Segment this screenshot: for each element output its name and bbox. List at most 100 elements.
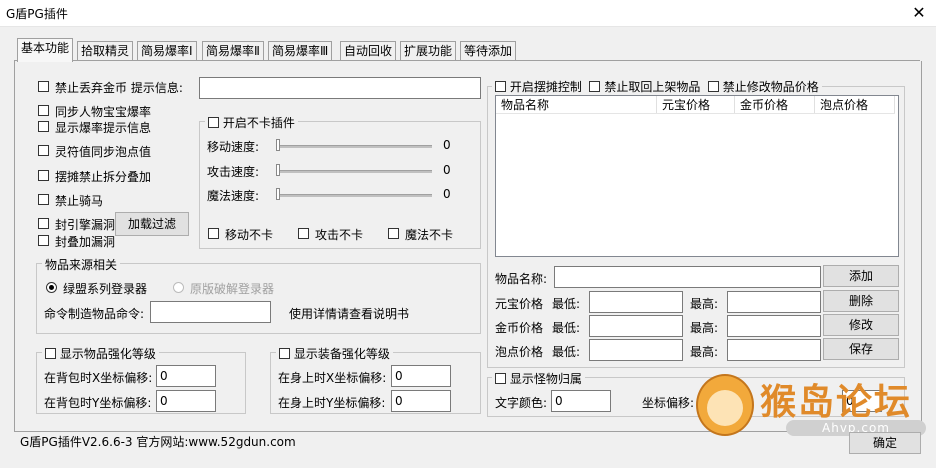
tab-drop3[interactable]: 简易爆率Ⅲ [268, 41, 333, 61]
tab-extend[interactable]: 扩展功能 [400, 41, 457, 61]
stall-control-checkbox[interactable] [495, 81, 506, 92]
item-name-label: 物品名称: [495, 272, 548, 286]
cmd-hint: 使用详情请查看说明书 [289, 307, 410, 321]
pd-max-input[interactable] [727, 339, 821, 361]
seal-stack-checkbox[interactable] [38, 235, 49, 246]
cmd-label: 命令制造物品命令: [44, 307, 145, 321]
monster-owner-checkbox[interactable] [495, 373, 506, 384]
stall-control-label: 开启摆摊控制 [509, 80, 582, 94]
body-x-label: 在身上时X坐标偏移: [278, 371, 387, 385]
move-nolag-label: 移动不卡 [225, 228, 274, 242]
source-group [36, 263, 481, 334]
ban-drop-gold-label: 禁止丢弃金币 提示信息: [55, 81, 183, 95]
bag-enh-label: 显示物品强化等级 [59, 347, 156, 361]
radio-orig-login[interactable] [173, 282, 184, 293]
load-filter-button[interactable]: 加载过滤 [115, 212, 189, 236]
body-y-label: 在身上时Y坐标偏移: [278, 396, 386, 410]
watermark-text: 猴岛论坛 [760, 382, 913, 423]
ban-ride-label: 禁止骑马 [55, 194, 104, 208]
tab-pending[interactable]: 等待添加 [460, 41, 517, 61]
magic-speed-value: 0 [443, 187, 451, 201]
modify-button[interactable]: 修改 [823, 314, 899, 336]
save-button[interactable]: 保存 [823, 338, 899, 360]
radio-green-login[interactable] [46, 282, 57, 293]
status-text: G盾PG插件V2.6.6-3 官方网站:www.52gdun.com [20, 435, 296, 449]
bag-x-input[interactable]: 0 [156, 365, 216, 387]
bag-y-label: 在背包时Y坐标偏移: [44, 396, 152, 410]
pd-min-input[interactable] [589, 339, 683, 361]
add-button[interactable]: 添加 [823, 265, 899, 287]
source-legend: 物品来源相关 [42, 256, 121, 273]
magic-nolag-checkbox[interactable] [388, 228, 399, 239]
body-y-input[interactable]: 0 [391, 390, 451, 412]
gold-max-label: 最高: [690, 321, 719, 335]
body-enh-checkbox[interactable] [279, 348, 290, 359]
seal-engine-label: 封引擎漏洞 [55, 218, 116, 232]
yb-min-label: 最低: [552, 297, 581, 311]
close-icon[interactable]: ✕ [906, 2, 932, 24]
seal-engine-checkbox[interactable] [38, 218, 49, 229]
bag-enh-checkbox[interactable] [45, 348, 56, 359]
tab-pickup[interactable]: 拾取精灵 [77, 41, 134, 61]
ok-button[interactable]: 确定 [849, 432, 921, 454]
text-color-input[interactable]: 0 [551, 390, 611, 412]
cmd-input[interactable] [150, 301, 271, 323]
stall-list[interactable]: 物品名称 元宝价格 金币价格 泡点价格 [495, 95, 899, 257]
stall-legend: 开启摆摊控制 禁止取回上架物品 禁止修改物品价格 [492, 78, 822, 95]
col-gold-price[interactable]: 金币价格 [734, 96, 815, 114]
attack-speed-slider[interactable] [276, 164, 280, 176]
sync-talisman-label: 灵符值同步泡点值 [55, 145, 152, 159]
body-x-input[interactable]: 0 [391, 365, 451, 387]
show-drop-info-checkbox[interactable] [38, 121, 49, 132]
gold-price-label: 金币价格 [495, 321, 544, 335]
col-item-name[interactable]: 物品名称 [496, 96, 657, 114]
bag-x-label: 在背包时X坐标偏移: [44, 371, 153, 385]
yb-max-label: 最高: [690, 297, 719, 311]
nolag-legend: 开启不卡插件 [205, 114, 298, 131]
stall-list-header: 物品名称 元宝价格 金币价格 泡点价格 [496, 96, 895, 114]
monkey-logo-icon [696, 374, 754, 436]
bag-enh-legend: 显示物品强化等级 [42, 345, 159, 362]
magic-nolag-label: 魔法不卡 [405, 228, 454, 242]
ban-modify-checkbox[interactable] [707, 81, 719, 92]
delete-button[interactable]: 删除 [823, 290, 899, 312]
col-yb-price[interactable]: 元宝价格 [656, 96, 735, 114]
attack-speed-label: 攻击速度: [207, 165, 260, 179]
magic-speed-track [276, 194, 432, 197]
pd-max-label: 最高: [690, 345, 719, 359]
nolag-label: 开启不卡插件 [222, 116, 295, 130]
col-pd-price[interactable]: 泡点价格 [814, 96, 895, 114]
pd-min-label: 最低: [552, 345, 581, 359]
tab-basic[interactable]: 基本功能 [17, 38, 74, 62]
window-title: G盾PG插件 [6, 7, 68, 21]
ban-split-checkbox[interactable] [38, 170, 49, 181]
ban-takeback-checkbox[interactable] [589, 81, 601, 92]
magic-speed-slider[interactable] [276, 188, 280, 200]
yb-min-input[interactable] [589, 291, 683, 313]
attack-speed-track [276, 170, 432, 173]
coord-offset-label: 坐标偏移: [642, 396, 695, 410]
tab-recycle[interactable]: 自动回收 [340, 41, 397, 61]
monster-legend: 显示怪物归属 [492, 370, 585, 387]
radio-orig-label: 原版破解登录器 [190, 282, 275, 296]
move-speed-track [276, 145, 432, 148]
ban-ride-checkbox[interactable] [38, 194, 49, 205]
attack-nolag-checkbox[interactable] [298, 228, 309, 239]
move-speed-slider[interactable] [276, 139, 280, 151]
gold-max-input[interactable] [727, 315, 821, 337]
monster-owner-label: 显示怪物归属 [509, 372, 582, 386]
tab-drop2[interactable]: 简易爆率Ⅱ [202, 41, 264, 61]
move-speed-label: 移动速度: [207, 140, 260, 154]
show-drop-info-label: 显示爆率提示信息 [55, 121, 152, 135]
bag-y-input[interactable]: 0 [156, 390, 216, 412]
nolag-checkbox[interactable] [208, 117, 219, 128]
sync-drop-checkbox[interactable] [38, 105, 49, 116]
yb-max-input[interactable] [727, 291, 821, 313]
drop-gold-message-input[interactable] [199, 77, 481, 99]
tab-drop1[interactable]: 简易爆率Ⅰ [137, 41, 197, 61]
sync-talisman-checkbox[interactable] [38, 145, 49, 156]
item-name-input[interactable] [554, 266, 821, 288]
gold-min-input[interactable] [589, 315, 683, 337]
ban-drop-gold-checkbox[interactable] [38, 81, 49, 92]
move-nolag-checkbox[interactable] [208, 228, 219, 239]
